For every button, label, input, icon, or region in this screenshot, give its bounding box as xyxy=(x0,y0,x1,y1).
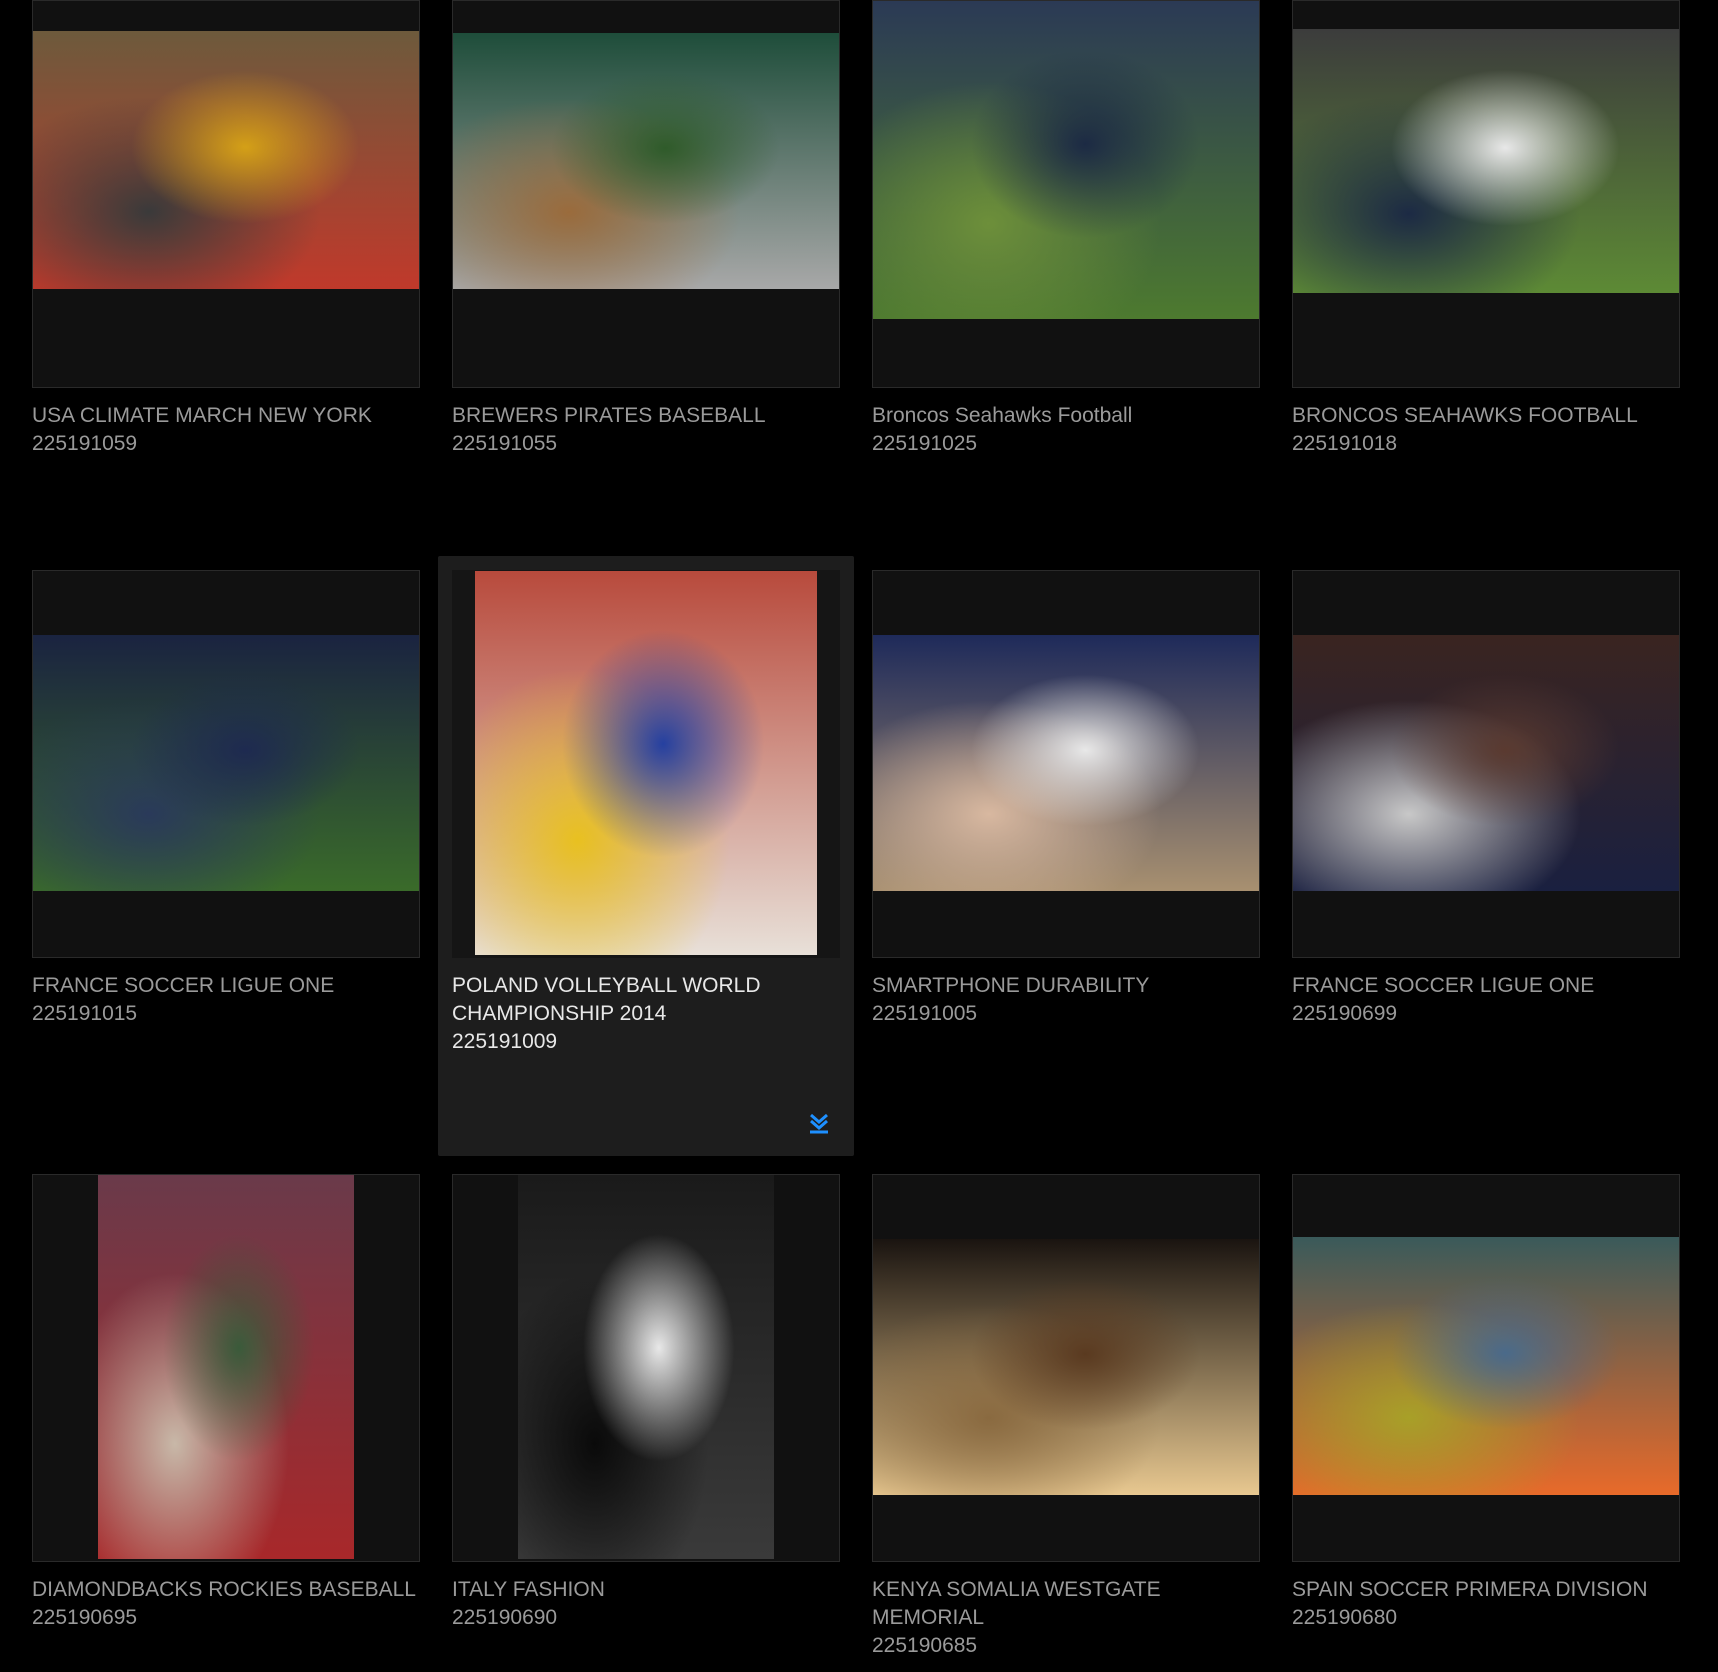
photo-card[interactable]: SPAIN SOCCER PRIMERA DIVISION 225190680 xyxy=(1292,1174,1680,1672)
photo-id: 225191059 xyxy=(32,432,138,455)
photo-thumbnail-frame[interactable] xyxy=(1292,570,1680,958)
photo-card[interactable]: KENYA SOMALIA WESTGATE MEMORIAL 225190685 xyxy=(872,1174,1260,1672)
photo-thumbnail-frame[interactable] xyxy=(872,570,1260,958)
photo-thumbnail[interactable] xyxy=(33,635,419,891)
photo-title[interactable]: BREWERS PIRATES BASEBALL xyxy=(452,402,840,430)
photo-thumbnail-frame[interactable] xyxy=(872,1174,1260,1562)
photo-caption: USA CLIMATE MARCH NEW YORK 225191059 xyxy=(32,402,420,458)
photo-thumbnail-frame[interactable] xyxy=(1292,1174,1680,1562)
photo-card[interactable]: POLAND VOLLEYBALL WORLD CHAMPIONSHIP 201… xyxy=(438,556,854,1156)
photo-id: 225190685 xyxy=(872,1634,978,1657)
photo-caption: SMARTPHONE DURABILITY 225191005 xyxy=(872,972,1260,1028)
photo-thumbnail-frame[interactable] xyxy=(872,0,1260,388)
photo-caption: ITALY FASHION 225190690 xyxy=(452,1576,840,1632)
photo-thumbnail-frame[interactable] xyxy=(452,570,840,958)
photo-thumbnail-frame[interactable] xyxy=(32,570,420,958)
photo-thumbnail[interactable] xyxy=(518,1175,774,1559)
photo-card[interactable]: BREWERS PIRATES BASEBALL 225191055 xyxy=(452,0,840,500)
photo-id: 225191015 xyxy=(32,1002,138,1025)
photo-thumbnail[interactable] xyxy=(453,33,839,289)
photo-card[interactable]: ITALY FASHION 225190690 xyxy=(452,1174,840,1672)
photo-thumbnail[interactable] xyxy=(873,1239,1259,1495)
photo-id: 225191025 xyxy=(872,432,978,455)
photo-id: 225190699 xyxy=(1292,1002,1398,1025)
photo-card[interactable]: SMARTPHONE DURABILITY 225191005 xyxy=(872,570,1260,1070)
photo-caption: DIAMONDBACKS ROCKIES BASEBALL 225190695 xyxy=(32,1576,420,1632)
photo-thumbnail[interactable] xyxy=(98,1175,354,1559)
photo-thumbnail-frame[interactable] xyxy=(32,1174,420,1562)
photo-thumbnail[interactable] xyxy=(1293,635,1679,891)
photo-thumbnail-frame[interactable] xyxy=(452,1174,840,1562)
photo-card[interactable]: FRANCE SOCCER LIGUE ONE 225190699 xyxy=(1292,570,1680,1070)
photo-id: 225190695 xyxy=(32,1606,138,1629)
photo-thumbnail[interactable] xyxy=(873,635,1259,891)
photo-thumbnail[interactable] xyxy=(1293,29,1679,293)
download-icon[interactable] xyxy=(808,1112,830,1134)
photo-caption: FRANCE SOCCER LIGUE ONE 225191015 xyxy=(32,972,420,1028)
photo-title[interactable]: USA CLIMATE MARCH NEW YORK xyxy=(32,402,420,430)
photo-title[interactable]: ITALY FASHION xyxy=(452,1576,840,1604)
photo-title[interactable]: FRANCE SOCCER LIGUE ONE xyxy=(1292,972,1680,1000)
photo-card[interactable]: FRANCE SOCCER LIGUE ONE 225191015 xyxy=(32,570,420,1070)
photo-title[interactable]: SMARTPHONE DURABILITY xyxy=(872,972,1260,1000)
photo-caption: BREWERS PIRATES BASEBALL 225191055 xyxy=(452,402,840,458)
photo-thumbnail-frame[interactable] xyxy=(1292,0,1680,388)
photo-title[interactable]: FRANCE SOCCER LIGUE ONE xyxy=(32,972,420,1000)
photo-thumbnail-frame[interactable] xyxy=(32,0,420,388)
photo-caption: KENYA SOMALIA WESTGATE MEMORIAL 225190685 xyxy=(872,1576,1260,1660)
photo-caption: POLAND VOLLEYBALL WORLD CHAMPIONSHIP 201… xyxy=(452,972,840,1056)
photo-id: 225191018 xyxy=(1292,432,1398,455)
photo-card[interactable]: USA CLIMATE MARCH NEW YORK 225191059 xyxy=(32,0,420,500)
photo-id: 225191009 xyxy=(452,1030,558,1053)
photo-caption: Broncos Seahawks Football 225191025 xyxy=(872,402,1260,458)
photo-thumbnail[interactable] xyxy=(33,31,419,289)
photo-title[interactable]: BRONCOS SEAHAWKS FOOTBALL xyxy=(1292,402,1680,430)
photo-title[interactable]: DIAMONDBACKS ROCKIES BASEBALL xyxy=(32,1576,420,1604)
photo-thumbnail[interactable] xyxy=(475,571,817,955)
photo-title[interactable]: POLAND VOLLEYBALL WORLD CHAMPIONSHIP 201… xyxy=(452,972,840,1028)
photo-id: 225191055 xyxy=(452,432,558,455)
photo-title[interactable]: SPAIN SOCCER PRIMERA DIVISION xyxy=(1292,1576,1680,1604)
photo-id: 225190690 xyxy=(452,1606,558,1629)
photo-caption: BRONCOS SEAHAWKS FOOTBALL 225191018 xyxy=(1292,402,1680,458)
photo-card[interactable]: DIAMONDBACKS ROCKIES BASEBALL 225190695 xyxy=(32,1174,420,1672)
photo-grid: USA CLIMATE MARCH NEW YORK 225191059 BREWE… xyxy=(0,0,1718,1672)
photo-title[interactable]: Broncos Seahawks Football xyxy=(872,402,1260,430)
photo-id: 225190680 xyxy=(1292,1606,1398,1629)
photo-thumbnail-frame[interactable] xyxy=(452,0,840,388)
photo-card[interactable]: Broncos Seahawks Football 225191025 xyxy=(872,0,1260,500)
photo-thumbnail[interactable] xyxy=(873,1,1259,319)
photo-id: 225191005 xyxy=(872,1002,978,1025)
photo-caption: SPAIN SOCCER PRIMERA DIVISION 225190680 xyxy=(1292,1576,1680,1632)
photo-card[interactable]: BRONCOS SEAHAWKS FOOTBALL 225191018 xyxy=(1292,0,1680,500)
photo-thumbnail[interactable] xyxy=(1293,1237,1679,1495)
photo-title[interactable]: KENYA SOMALIA WESTGATE MEMORIAL xyxy=(872,1576,1260,1632)
photo-caption: FRANCE SOCCER LIGUE ONE 225190699 xyxy=(1292,972,1680,1028)
